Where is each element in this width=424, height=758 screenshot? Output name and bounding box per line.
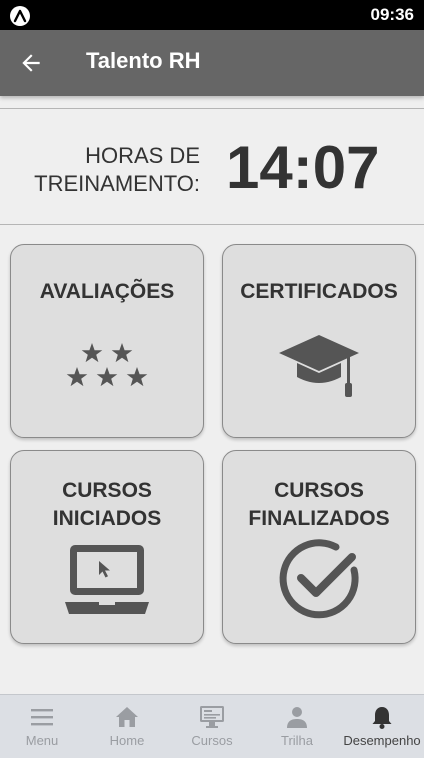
nav-label-cursos: Cursos xyxy=(191,733,233,748)
laptop-cursor-icon xyxy=(65,545,149,614)
divider-top xyxy=(0,108,424,109)
card-avaliacoes[interactable]: AVALIAÇÕES xyxy=(10,244,204,438)
card-cursos-finalizados-line1: CURSOS xyxy=(274,479,364,502)
card-cursos-iniciados-line1: CURSOS xyxy=(62,479,152,502)
card-cursos-iniciados-line2: INICIADOS xyxy=(52,507,162,530)
card-cursos-finalizados-line2: FINALIZADOS xyxy=(248,507,390,530)
status-time: 09:36 xyxy=(370,5,414,24)
a-letter-icon xyxy=(10,6,30,26)
bottom-nav: Menu Home Cursos Trilha Desempenho xyxy=(0,694,424,758)
nav-label-desempenho: Desempenho xyxy=(343,733,421,748)
stars-icon xyxy=(66,343,148,387)
app-bar: Talento RH xyxy=(0,30,424,96)
graduation-cap-icon xyxy=(279,335,359,397)
training-hours-label-line2: TREINAMENTO: xyxy=(34,171,200,196)
card-certificados[interactable]: CERTIFICADOS xyxy=(222,244,416,438)
nav-label-trilha: Trilha xyxy=(280,733,314,748)
home-icon xyxy=(116,707,138,727)
nav-item-trilha[interactable]: Trilha xyxy=(254,695,340,758)
nav-item-menu[interactable]: Menu xyxy=(0,695,84,758)
card-avaliacoes-label: AVALIAÇÕES xyxy=(39,280,175,303)
training-hours-label-line1: HORAS DE xyxy=(85,143,200,168)
bell-icon xyxy=(372,707,392,729)
status-bar: 09:36 xyxy=(0,0,424,30)
nav-label-home: Home xyxy=(109,733,145,748)
arrow-left-icon[interactable] xyxy=(18,50,44,76)
monitor-icon xyxy=(200,706,224,728)
person-icon xyxy=(287,707,307,728)
card-cursos-iniciados[interactable]: CURSOS INICIADOS xyxy=(10,450,204,644)
check-circle-icon xyxy=(279,539,359,619)
divider-bottom xyxy=(0,224,424,225)
hamburger-menu-icon xyxy=(31,709,53,726)
card-cursos-finalizados[interactable]: CURSOS FINALIZADOS xyxy=(222,450,416,644)
training-hours-label: HORAS DE TREINAMENTO: xyxy=(28,142,200,198)
nav-item-cursos[interactable]: Cursos xyxy=(170,695,254,758)
nav-item-desempenho[interactable]: Desempenho xyxy=(340,695,424,758)
nav-label-menu: Menu xyxy=(25,733,59,748)
page-title: Talento RH xyxy=(86,48,201,73)
card-certificados-label: CERTIFICADOS xyxy=(240,280,398,303)
nav-item-home[interactable]: Home xyxy=(84,695,170,758)
training-hours-value: 14:07 xyxy=(226,134,380,201)
